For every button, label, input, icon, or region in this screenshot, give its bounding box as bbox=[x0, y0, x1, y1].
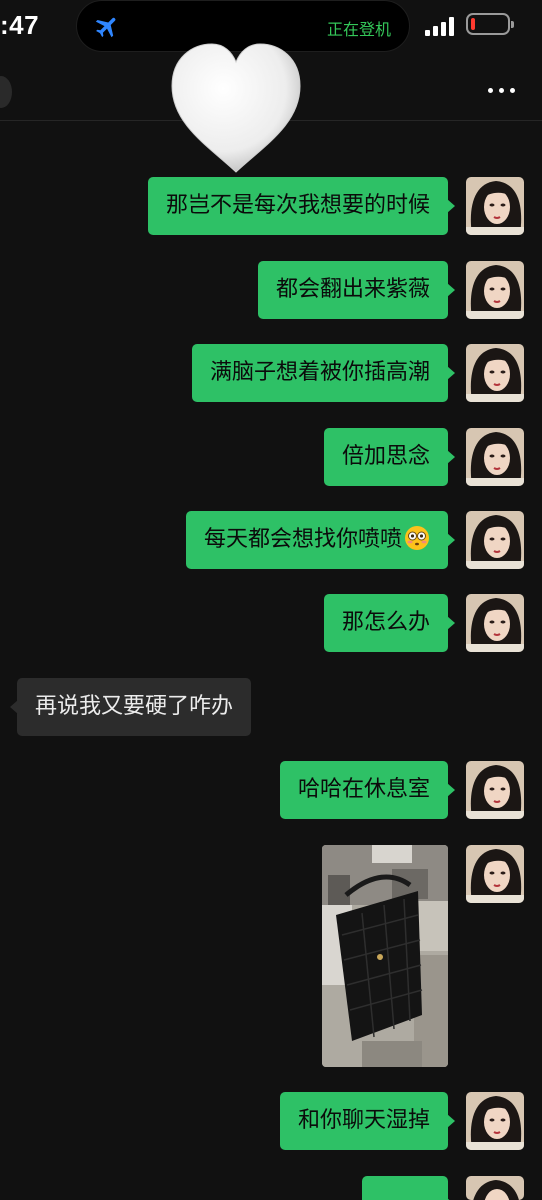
status-time: :47 bbox=[0, 10, 40, 40]
message-bubble-outgoing[interactable]: 那岂不是每次我想要的时候 bbox=[147, 177, 456, 235]
avatar[interactable] bbox=[466, 1092, 524, 1150]
avatar[interactable] bbox=[466, 344, 524, 402]
avatar[interactable] bbox=[466, 761, 524, 819]
message-bubble-outgoing[interactable]: 倍加思念 bbox=[323, 428, 456, 486]
avatar[interactable] bbox=[466, 594, 524, 652]
avatar[interactable] bbox=[466, 511, 524, 569]
message-bubble-outgoing[interactable]: 那怎么办 bbox=[323, 594, 456, 652]
avatar[interactable] bbox=[466, 428, 524, 486]
back-button[interactable] bbox=[0, 76, 12, 108]
message-bubble-outgoing-partial[interactable] bbox=[362, 1176, 455, 1200]
island-status-text: 正在登机 bbox=[326, 20, 391, 39]
message-bubble-incoming[interactable]: 再说我又要硬了咋办 bbox=[9, 678, 252, 736]
message-bubble-outgoing[interactable]: 都会翻出来紫薇 bbox=[257, 261, 456, 319]
avatar[interactable] bbox=[466, 177, 524, 235]
message-bubble-outgoing[interactable]: 满脑子想着被你插高潮 bbox=[191, 344, 456, 402]
message-bubble-outgoing[interactable]: 哈哈在休息室 bbox=[279, 761, 456, 819]
cellular-signal-icon bbox=[425, 16, 457, 36]
airplane-icon bbox=[95, 17, 116, 38]
battery-icon bbox=[466, 13, 514, 35]
message-bubble-outgoing[interactable]: 每天都会想找你喷喷 bbox=[185, 511, 456, 569]
avatar[interactable] bbox=[466, 261, 524, 319]
image-message[interactable] bbox=[322, 845, 448, 1067]
white-heart-sticker bbox=[171, 43, 301, 173]
photo-bag-in-lounge bbox=[322, 845, 448, 1067]
more-dots-icon[interactable] bbox=[488, 86, 518, 96]
flushed-face-emoji bbox=[405, 526, 429, 550]
avatar[interactable] bbox=[466, 845, 524, 903]
battery-level-fill bbox=[471, 18, 475, 30]
avatar[interactable] bbox=[466, 1176, 524, 1200]
message-text: 每天都会想找你喷喷 bbox=[203, 527, 402, 552]
message-bubble-outgoing[interactable]: 和你聊天湿掉 bbox=[279, 1092, 456, 1150]
